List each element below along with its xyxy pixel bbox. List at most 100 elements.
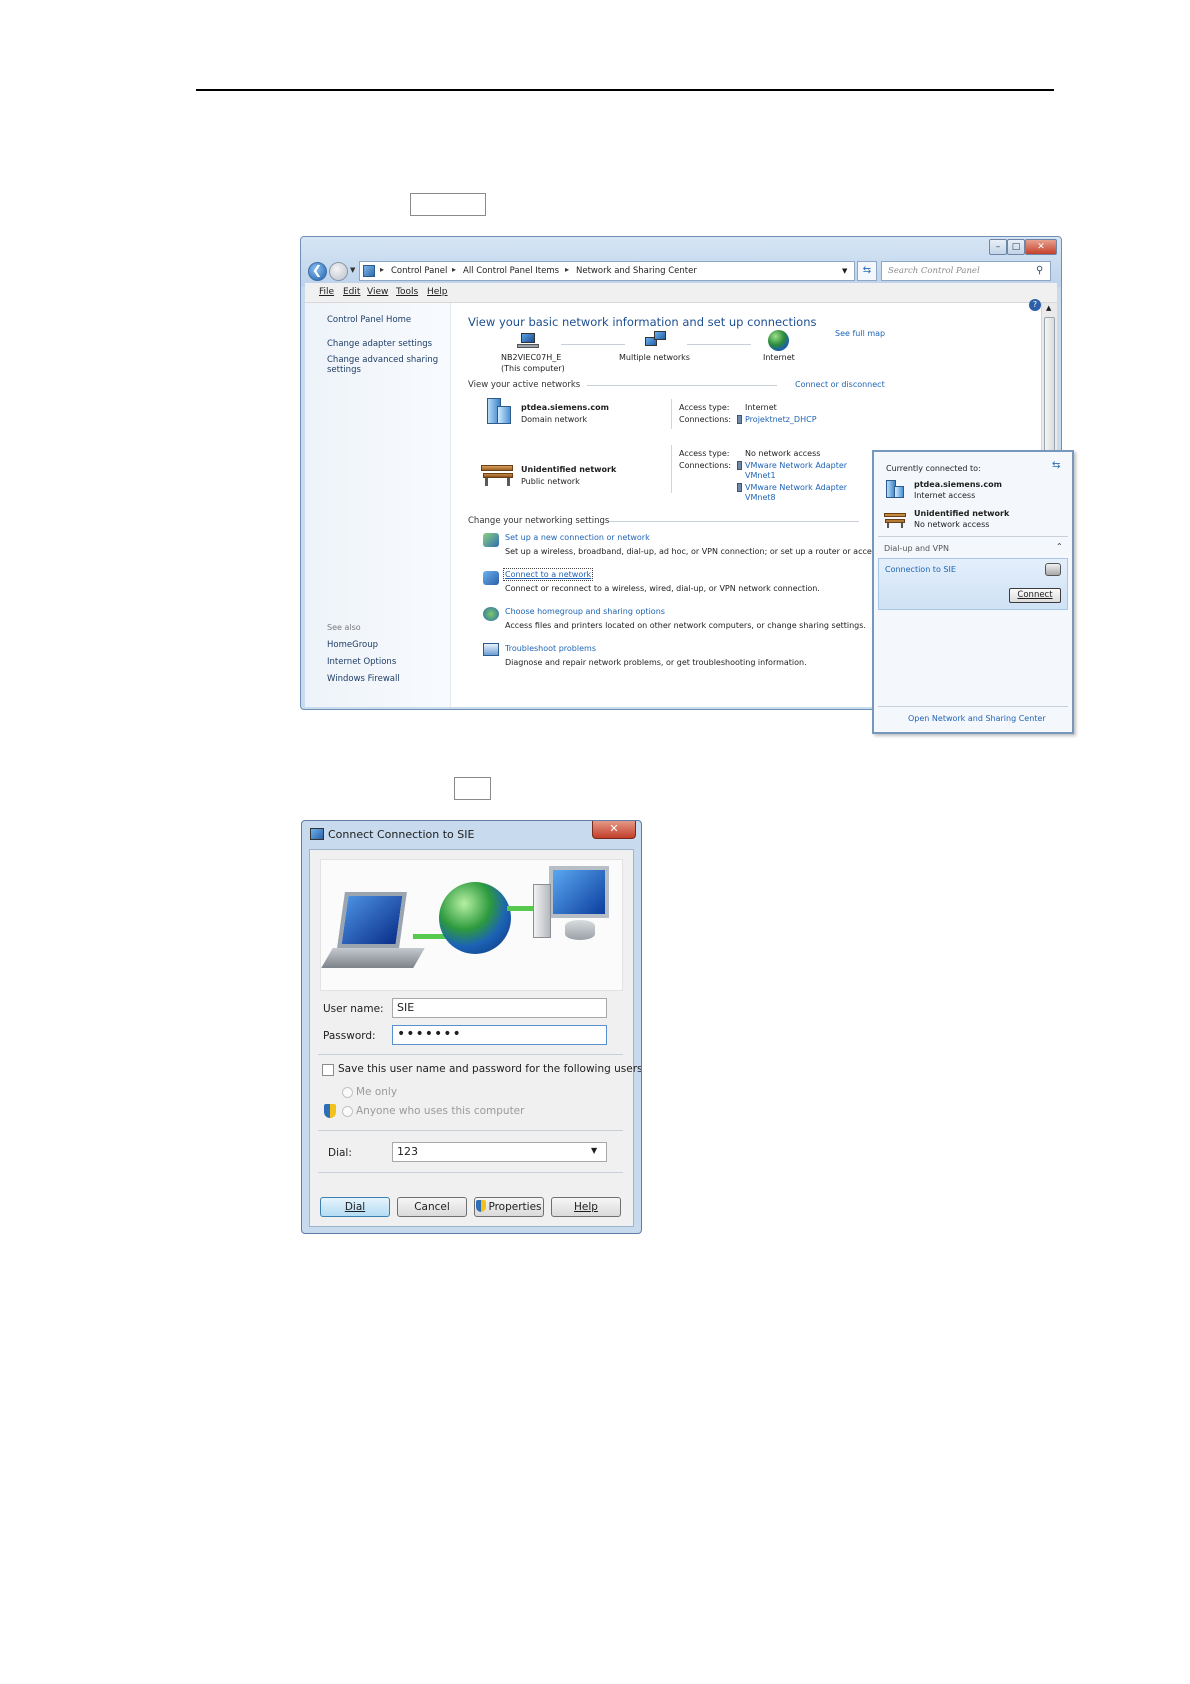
globe-icon [439,882,511,954]
ethernet-icon [737,461,742,470]
inline-button-placeholder [410,193,486,216]
network-1-name: ptdea.siemens.com [521,403,609,412]
breadcrumb-network-sharing[interactable]: Network and Sharing Center [576,266,697,276]
chevron-down-icon[interactable]: ▼ [591,1146,597,1155]
network-2-category: Public network [521,477,580,486]
map-multiple-networks: Multiple networks [619,353,690,362]
flyout-refresh-icon[interactable]: ⇆ [1052,460,1060,471]
dialog-body: User name: SIE Password: ••••••• Save th… [309,849,641,1227]
dial-button[interactable]: Dial [320,1197,390,1217]
me-only-radio[interactable] [342,1087,353,1098]
control-panel-icon [363,265,375,277]
password-input[interactable]: ••••••• [392,1025,607,1045]
task-homegroup-link[interactable]: Choose homegroup and sharing options [505,607,665,616]
scroll-up-icon[interactable]: ▲ [1046,304,1051,312]
uac-shield-icon [324,1104,336,1118]
flyout-network-1-status: Internet access [914,491,976,500]
sidebar-item-control-panel-home[interactable]: Control Panel Home [327,315,411,325]
laptop-icon [337,892,407,948]
active-networks-label: View your active networks [468,380,581,390]
maximize-button[interactable]: □ [1007,239,1025,255]
breadcrumb-control-panel[interactable]: Control Panel [391,266,447,276]
breadcrumb-all-items[interactable]: All Control Panel Items [463,266,559,276]
properties-label: Properties [488,1201,542,1213]
dial-number-combobox[interactable]: 123 ▼ [392,1142,607,1162]
collapse-chevron-icon[interactable]: ⌃ [1056,542,1063,551]
password-label: Password: [323,1030,376,1042]
network-2-connection-1-sub[interactable]: VMnet1 [745,471,776,480]
task-troubleshoot-desc: Diagnose and repair network problems, or… [505,658,807,667]
task-connect-network-desc: Connect or reconnect to a wireless, wire… [505,584,820,593]
close-button[interactable]: ✕ [1025,239,1057,255]
dialup-connection-icon [310,828,324,840]
menu-view[interactable]: View [367,287,388,297]
flyout-network-2-name: Unidentified network [914,509,1010,518]
network-2-connection-2-sub[interactable]: VMnet8 [745,493,776,502]
flyout-network-1-name: ptdea.siemens.com [914,480,1002,489]
flyout-connection-name: Connection to SIE [885,565,956,574]
task-troubleshoot-link[interactable]: Troubleshoot problems [505,644,596,653]
connection-banner-image [320,859,623,991]
flyout-header: Currently connected to: [886,464,981,473]
username-input[interactable]: SIE [392,998,607,1018]
menu-tools[interactable]: Tools [396,287,418,297]
sidebar-item-change-advanced-sharing[interactable]: Change advanced sharing [327,355,438,365]
history-dropdown-icon[interactable]: ▼ [350,266,355,274]
help-icon[interactable]: ? [1029,299,1041,311]
cancel-button[interactable]: Cancel [397,1197,467,1217]
network-1-conn-label: Connections: [679,415,732,424]
network-2-connection-2-link[interactable]: VMware Network Adapter [745,483,847,492]
menu-help[interactable]: Help [427,287,448,297]
sidebar-item-homegroup[interactable]: HomeGroup [327,640,378,650]
open-network-sharing-center-link[interactable]: Open Network and Sharing Center [908,714,1046,723]
address-dropdown-icon[interactable]: ▼ [842,267,847,275]
connect-or-disconnect-link[interactable]: Connect or disconnect [795,380,885,389]
network-2-access-value: No network access [745,449,821,458]
save-credentials-checkbox[interactable] [322,1064,334,1076]
help-button[interactable]: Help [551,1197,621,1217]
dialog-close-button[interactable]: ✕ [592,821,636,839]
computer-icon [517,333,539,349]
properties-button[interactable]: Properties [474,1197,544,1217]
dial-number-value: 123 [397,1145,418,1158]
save-credentials-label[interactable]: Save this user name and password for the… [338,1063,641,1075]
back-button[interactable]: ❮ [308,262,327,281]
forward-button[interactable] [329,262,348,281]
menu-edit[interactable]: Edit [343,287,360,297]
flyout-connect-button[interactable]: Connect [1009,588,1061,603]
menu-file[interactable]: File [319,287,334,297]
dialog-divider [318,1054,623,1055]
task-setup-connection-link[interactable]: Set up a new connection or network [505,533,650,542]
map-computer-sub: (This computer) [501,364,565,373]
refresh-button[interactable]: ⇆ [857,261,877,281]
domain-network-icon [481,398,513,426]
dialup-phone-icon [1045,563,1061,576]
sidebar-item-change-adapter[interactable]: Change adapter settings [327,339,432,349]
search-input[interactable]: Search Control Panel ⚲ [881,261,1051,281]
homegroup-icon [483,607,499,621]
public-network-bench-icon [481,461,515,487]
domain-network-icon [884,480,906,500]
flyout-section-dialup-vpn: Dial-up and VPN [884,544,949,553]
map-computer-name: NB2VIEC07H_E [501,353,562,362]
minimize-button[interactable]: – [989,239,1007,255]
anyone-radio[interactable] [342,1106,353,1117]
header-rule [196,89,1054,91]
sidebar-item-change-advanced-sharing-cont[interactable]: settings [327,365,361,375]
network-2-connection-1-link[interactable]: VMware Network Adapter [745,461,847,470]
network-2-name: Unidentified network [521,465,617,474]
address-bar[interactable]: ▸ Control Panel ▸ All Control Panel Item… [359,261,855,281]
sidebar-item-windows-firewall[interactable]: Windows Firewall [327,674,400,684]
dialog-divider [318,1130,623,1131]
flyout-divider [878,536,1068,537]
desktop-tower-icon [533,884,551,938]
network-1-connection-link[interactable]: Projektnetz_DHCP [745,415,817,424]
sidebar-item-internet-options[interactable]: Internet Options [327,657,396,667]
task-connect-network-link[interactable]: Connect to a network [502,568,594,581]
scrollbar-thumb[interactable] [1044,317,1055,467]
see-full-map-link[interactable]: See full map [835,329,885,338]
troubleshoot-icon [483,643,499,656]
map-link-2 [687,344,751,345]
network-2-conn-label: Connections: [679,461,732,470]
multiple-networks-icon [645,331,667,349]
